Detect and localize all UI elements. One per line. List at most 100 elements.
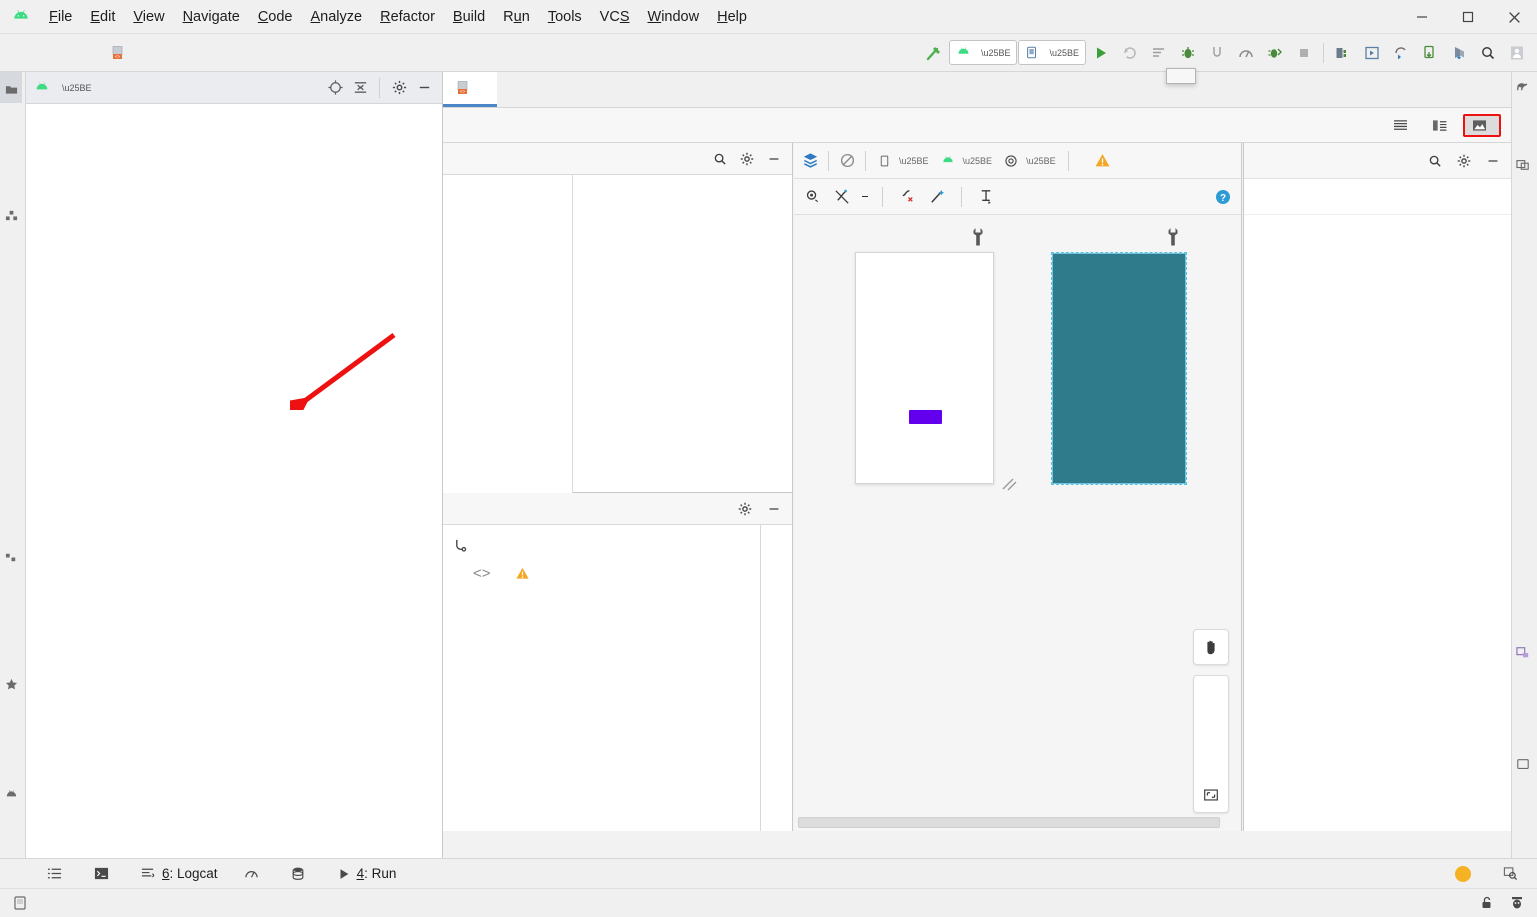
bottom-item-terminal[interactable]	[81, 866, 128, 881]
bottom-item-run[interactable]: 4: Run	[324, 866, 410, 881]
bottom-item-event-log[interactable]	[1442, 865, 1490, 882]
bottom-item-logcat[interactable]: 6: Logcat	[128, 866, 231, 881]
collapse-all-icon[interactable]	[350, 78, 370, 98]
sidebar-item-layout-validation[interactable]	[1512, 152, 1534, 183]
menu-vcs[interactable]: VCS	[591, 5, 639, 29]
menu-run[interactable]: Run	[494, 5, 539, 29]
hide-icon[interactable]	[764, 499, 784, 519]
profile-user-icon[interactable]	[1503, 39, 1531, 67]
rerun-icon[interactable]	[1116, 39, 1144, 67]
menu-edit[interactable]: Edit	[81, 5, 124, 29]
warning-triangle-icon[interactable]	[515, 566, 530, 581]
bottom-item-profiler[interactable]	[231, 866, 278, 881]
tab-split-view[interactable]	[1424, 115, 1460, 136]
profile-icon[interactable]	[1232, 39, 1260, 67]
hide-icon[interactable]	[414, 78, 434, 98]
device-preview-blueprint[interactable]	[1051, 252, 1187, 485]
edit-configurations-icon[interactable]	[1145, 39, 1173, 67]
menu-view[interactable]: View	[124, 5, 173, 29]
menu-refactor[interactable]: Refactor	[371, 5, 444, 29]
settings-gear-icon[interactable]	[389, 78, 409, 98]
help-icon[interactable]: ?	[1213, 187, 1233, 207]
show-constraints-icon[interactable]	[802, 187, 822, 207]
search-icon[interactable]	[1474, 39, 1502, 67]
build-hammer-icon[interactable]	[920, 39, 948, 67]
search-icon[interactable]	[1425, 151, 1445, 171]
search-icon[interactable]	[710, 149, 730, 169]
sdk-manager-icon[interactable]	[1329, 39, 1357, 67]
device-file-explorer-icon[interactable]	[1416, 39, 1444, 67]
hector-icon[interactable]	[1509, 895, 1525, 911]
sync-gradle-icon[interactable]	[1387, 39, 1415, 67]
guidelines-icon[interactable]	[976, 187, 996, 207]
bottom-item-todo[interactable]	[34, 866, 81, 881]
wrench-icon[interactable]	[1165, 227, 1181, 247]
menu-tools[interactable]: Tools	[539, 5, 591, 29]
maximize-button[interactable]	[1445, 0, 1491, 34]
design-layers-icon[interactable]	[800, 151, 820, 171]
clear-constraints-icon[interactable]	[897, 187, 917, 207]
editor-tab-content-main[interactable]: <>	[443, 72, 497, 107]
sidebar-item-project[interactable]	[0, 72, 22, 103]
menu-file[interactable]: File	[40, 5, 81, 29]
bottom-item-layout-inspector[interactable]	[1490, 866, 1537, 881]
menu-code[interactable]: Code	[249, 5, 302, 29]
chevron-down-icon[interactable]: \u25BE	[62, 83, 92, 93]
device-selector[interactable]: \u25BE	[1018, 40, 1086, 65]
close-button[interactable]	[1491, 0, 1537, 34]
sidebar-item-resource-manager[interactable]	[0, 198, 22, 229]
avd-manager-icon[interactable]	[1358, 39, 1386, 67]
run-coverage-icon[interactable]	[1261, 39, 1289, 67]
run-icon[interactable]	[1087, 39, 1115, 67]
minimize-button[interactable]	[1399, 0, 1445, 34]
settings-gear-icon[interactable]	[735, 499, 755, 519]
settings-gear-icon[interactable]	[737, 149, 757, 169]
sidebar-item-emulator[interactable]	[1512, 640, 1534, 671]
tab-code-view[interactable]	[1385, 115, 1421, 136]
sidebar-item-build-variants[interactable]	[0, 777, 22, 808]
theme-selector[interactable]: \u25BE	[1000, 154, 1060, 168]
menu-navigate[interactable]: Navigate	[174, 5, 249, 29]
unlock-icon[interactable]	[1479, 895, 1495, 911]
preview-next-button[interactable]	[909, 410, 942, 424]
menu-help[interactable]: Help	[708, 5, 756, 29]
sidebar-item-favorites[interactable]	[0, 667, 22, 698]
zoom-in-button[interactable]	[1194, 676, 1228, 710]
tab-design-view[interactable]	[1463, 113, 1501, 137]
actual-size-button[interactable]	[1194, 744, 1228, 778]
hide-icon[interactable]	[764, 149, 784, 169]
bottom-item-database-inspector[interactable]	[278, 866, 324, 881]
menu-window[interactable]: Window	[639, 5, 709, 29]
infer-constraints-icon[interactable]	[927, 187, 947, 207]
resize-handle-icon[interactable]	[999, 473, 1019, 493]
canvas-horizontal-scrollbar[interactable]	[798, 817, 1222, 829]
zoom-to-fit-icon[interactable]	[1194, 778, 1228, 812]
run-configuration-selector[interactable]: \u25BE	[948, 40, 1018, 65]
component-tree-row-constraintlayout[interactable]	[443, 531, 760, 559]
scrollbar-thumb[interactable]	[798, 817, 1220, 828]
component-tree-row-navhostfragment[interactable]: <>	[443, 559, 760, 587]
sidebar-item-structure[interactable]	[0, 540, 22, 571]
chevron-down-icon: \u25BE	[980, 47, 1011, 58]
attach-debugger-icon[interactable]	[1203, 39, 1231, 67]
autoconnect-icon[interactable]	[832, 187, 852, 207]
warning-triangle-icon[interactable]	[1093, 151, 1113, 171]
device-preview-rendered[interactable]	[855, 252, 994, 484]
menu-analyze[interactable]: Analyze	[302, 5, 372, 29]
device-config-selector[interactable]: \u25BE	[874, 154, 933, 168]
locate-icon[interactable]	[325, 78, 345, 98]
debug-icon[interactable]	[1174, 39, 1202, 67]
api-level-selector[interactable]: \u25BE	[937, 154, 997, 168]
sidebar-item-gradle[interactable]	[1512, 74, 1534, 105]
layout-inspector-icon[interactable]	[1445, 39, 1473, 67]
settings-gear-icon[interactable]	[1454, 151, 1474, 171]
sidebar-item-device-file-explorer[interactable]	[1512, 752, 1534, 783]
pan-hand-icon[interactable]	[1194, 630, 1228, 664]
design-canvas[interactable]	[794, 215, 1241, 831]
blueprint-toggle-icon[interactable]	[837, 151, 857, 171]
default-margin-control[interactable]	[862, 196, 868, 197]
hide-icon[interactable]	[1483, 151, 1503, 171]
wrench-icon[interactable]	[970, 227, 986, 247]
zoom-out-button[interactable]	[1194, 710, 1228, 744]
menu-build[interactable]: Build	[444, 5, 494, 29]
